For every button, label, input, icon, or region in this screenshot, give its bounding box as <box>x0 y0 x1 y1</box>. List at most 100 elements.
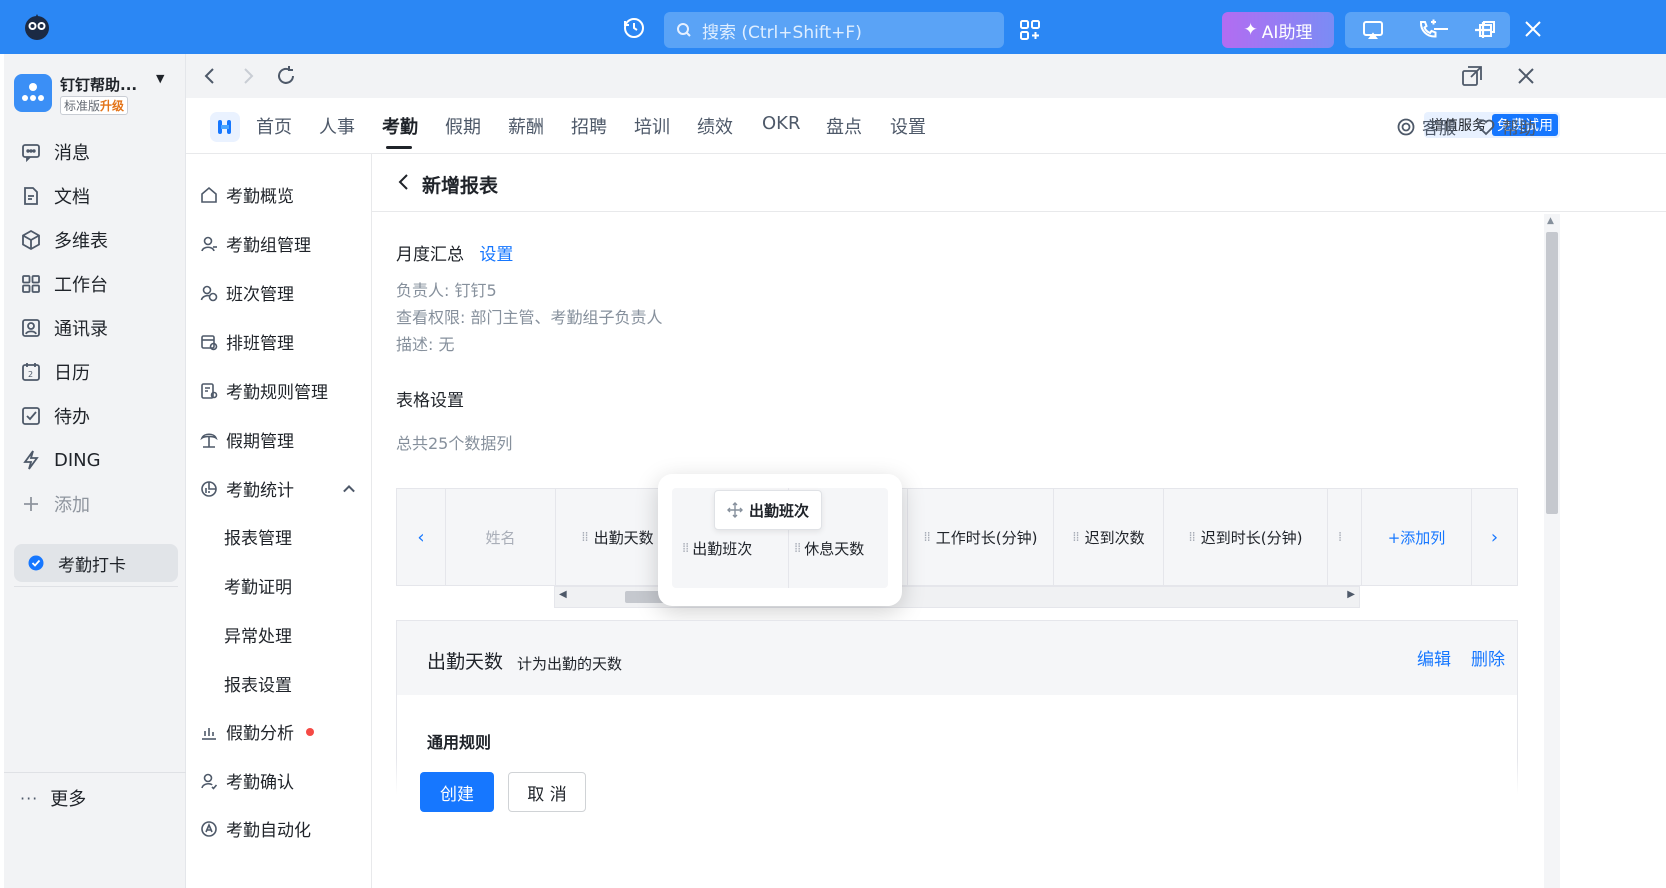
customer-service-button[interactable]: 客服 <box>1396 114 1456 139</box>
add-column-button[interactable]: +添加列 <box>1361 489 1471 585</box>
column-name: 姓名 <box>445 489 555 585</box>
automation-icon <box>201 820 217 837</box>
column-late-minutes[interactable]: ⁞⁞ 迟到时长(分钟) <box>1163 489 1327 585</box>
back-icon[interactable] <box>198 64 222 88</box>
rail-item-add[interactable]: 添加 <box>20 486 180 522</box>
rail-item-calendar[interactable]: 2 日历 <box>20 354 180 390</box>
subnav-analysis[interactable]: 假勤分析 <box>200 719 314 744</box>
scroll-left-arrow-icon[interactable]: ◀ <box>559 589 567 600</box>
menu-leave[interactable]: 假期 <box>445 113 481 139</box>
rail-item-multitable[interactable]: 多维表 <box>20 222 180 258</box>
history-icon[interactable] <box>622 16 646 40</box>
column-detail-header: 出勤天数 计为出勤的天数 编辑 删除 <box>397 621 1517 695</box>
rail-item-docs[interactable]: 文档 <box>20 178 180 214</box>
dingtalk-logo-icon[interactable] <box>22 12 52 42</box>
pie-chart-icon <box>201 480 217 497</box>
report-settings-link[interactable]: 设置 <box>479 245 513 265</box>
drag-handle-icon[interactable]: ⁞⁞ <box>581 530 588 545</box>
grid-icon <box>22 275 40 293</box>
column-late-count[interactable]: ⁞⁞ 迟到次数 <box>1053 489 1163 585</box>
main-rail: 钉钉帮助... ▼ 标准版升级 消息 文档 多维表 工作台 通讯录 2 日历 待… <box>4 54 186 888</box>
menu-home[interactable]: 首页 <box>256 113 292 139</box>
rail-item-more[interactable]: ··· 更多 <box>20 780 180 816</box>
menu-personnel[interactable]: 人事 <box>319 113 355 139</box>
upgrade-link[interactable]: 升级 <box>100 99 124 113</box>
calendar-clock-icon <box>201 334 218 350</box>
subnav-group-management[interactable]: 考勤组管理 <box>200 231 311 256</box>
create-button[interactable]: 创建 <box>420 772 494 812</box>
menu-settings[interactable]: 设置 <box>890 113 926 139</box>
chevron-left-icon: ‹ <box>417 526 425 548</box>
minimize-icon[interactable] <box>1430 18 1452 40</box>
drag-handle-icon[interactable]: ⁞⁞ <box>1072 530 1079 545</box>
open-external-icon[interactable] <box>1460 64 1484 88</box>
subnav-leave-management[interactable]: 假期管理 <box>200 427 294 452</box>
table-settings-heading: 表格设置 <box>396 391 464 411</box>
dragging-column-chip[interactable]: 出勤班次 <box>714 490 822 530</box>
scrollbar-thumb[interactable] <box>1546 232 1558 514</box>
column-truncated[interactable]: ⁞ <box>1327 489 1361 585</box>
org-switcher[interactable]: 钉钉帮助... ▼ 标准版升级 <box>14 72 184 118</box>
help-button[interactable]: 帮助 <box>1476 114 1536 139</box>
subnav-automation[interactable]: 考勤自动化 <box>200 816 311 841</box>
subnav-exception-handling[interactable]: 异常处理 <box>224 622 292 647</box>
back-arrow-icon[interactable] <box>396 172 412 192</box>
apps-grid-icon[interactable] <box>1018 18 1042 42</box>
rail-divider <box>14 586 178 587</box>
page-header: 新增报表 <box>372 154 1666 212</box>
rail-item-todo[interactable]: 待办 <box>20 398 180 434</box>
vertical-scrollbar[interactable]: ▲ <box>1544 214 1560 888</box>
subnav-overview[interactable]: 考勤概览 <box>200 182 294 207</box>
menu-training[interactable]: 培训 <box>634 113 670 139</box>
rail-item-contacts[interactable]: 通讯录 <box>20 310 180 346</box>
close-window-icon[interactable] <box>1522 18 1544 40</box>
delete-button[interactable]: 删除 <box>1471 645 1505 670</box>
rail-item-message[interactable]: 消息 <box>20 134 180 170</box>
subnav-schedule-management[interactable]: 排班管理 <box>200 329 294 354</box>
menu-salary[interactable]: 薪酬 <box>508 113 544 139</box>
chevron-up-icon[interactable] <box>340 480 358 498</box>
home-icon <box>201 186 217 203</box>
subnav-attendance-proof[interactable]: 考勤证明 <box>224 573 292 598</box>
rail-item-ding[interactable]: DING <box>20 442 180 478</box>
message-icon <box>22 144 40 163</box>
drag-handle-icon[interactable]: ⁞⁞ <box>924 530 931 545</box>
todo-icon <box>22 407 40 425</box>
scroll-right-button[interactable]: › <box>1471 489 1517 585</box>
cancel-button[interactable]: 取 消 <box>508 772 586 812</box>
column-detail-title: 出勤天数 <box>427 651 504 673</box>
caret-down-icon[interactable]: ▼ <box>156 72 164 85</box>
subnav-shift-management[interactable]: 班次管理 <box>200 280 294 305</box>
subnav-report-settings[interactable]: 报表设置 <box>224 671 292 696</box>
drag-handle-icon[interactable]: ⁞ <box>1338 530 1342 545</box>
subnav-statistics[interactable]: 考勤统计 <box>200 476 358 501</box>
scroll-left-button[interactable]: ‹ <box>397 489 445 585</box>
close-tab-icon[interactable] <box>1514 64 1538 88</box>
global-search-input[interactable]: 搜索 (Ctrl+Shift+F) <box>664 12 1004 48</box>
ai-assistant-button[interactable]: ✦ AI助理 <box>1222 12 1334 48</box>
column-work-hours[interactable]: ⁞⁞ 工作时长(分钟) <box>907 489 1053 585</box>
scroll-right-arrow-icon[interactable]: ▶ <box>1347 589 1355 600</box>
rail-item-workbench[interactable]: 工作台 <box>20 266 180 302</box>
menu-performance[interactable]: 绩效 <box>697 113 733 139</box>
headset-icon <box>1397 118 1415 135</box>
menu-okr[interactable]: OKR <box>762 113 800 134</box>
restore-icon[interactable] <box>1476 18 1498 40</box>
rail-item-attendance[interactable]: 考勤打卡 <box>14 544 178 582</box>
drag-handle-icon[interactable]: ⁞⁞ <box>1189 530 1196 545</box>
menu-recruit[interactable]: 招聘 <box>571 113 607 139</box>
hr-module-logo-icon <box>210 112 240 142</box>
subnav-report-management[interactable]: 报表管理 <box>224 524 292 549</box>
edit-button[interactable]: 编辑 <box>1417 645 1451 670</box>
screen-share-icon[interactable] <box>1362 19 1384 41</box>
forward-icon[interactable] <box>236 64 260 88</box>
general-rules-heading: 通用规则 <box>427 733 492 752</box>
subnav-confirmation[interactable]: 考勤确认 <box>200 768 294 793</box>
plan-badge: 标准版升级 <box>60 96 129 115</box>
refresh-icon[interactable] <box>274 64 298 88</box>
menu-attendance[interactable]: 考勤 <box>382 113 418 139</box>
menu-inventory[interactable]: 盘点 <box>826 113 862 139</box>
scroll-up-arrow-icon[interactable]: ▲ <box>1547 216 1554 226</box>
subnav-rule-management[interactable]: 考勤规则管理 <box>200 378 328 403</box>
notification-dot <box>306 727 314 736</box>
